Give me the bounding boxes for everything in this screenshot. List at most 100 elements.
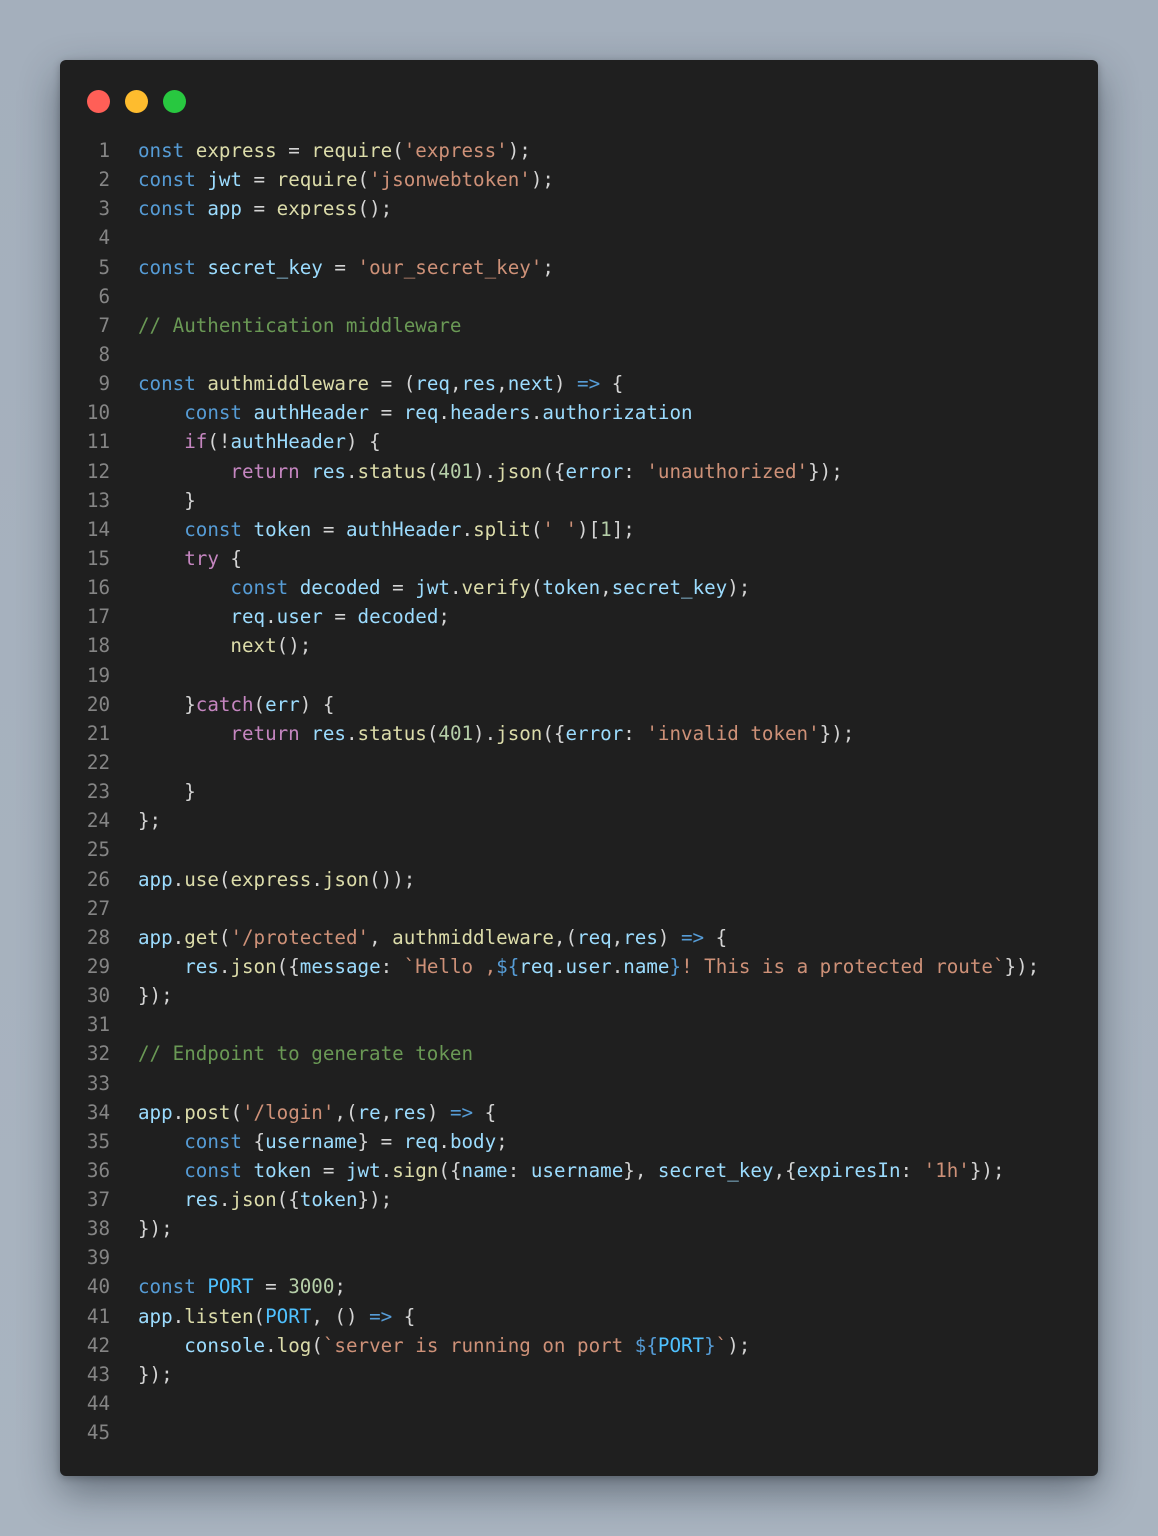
- minimize-dot-icon[interactable]: [125, 90, 148, 113]
- code-token: require: [276, 168, 358, 192]
- code-token: 1: [600, 517, 612, 541]
- code-text: // Authentication middleware: [110, 311, 461, 340]
- code-token: .: [172, 1304, 185, 1328]
- code-token: token: [542, 576, 601, 600]
- code-token: headers: [449, 401, 531, 425]
- close-dot-icon[interactable]: [87, 90, 110, 113]
- code-token: return: [230, 459, 300, 483]
- code-token: )[: [577, 517, 601, 541]
- code-line: 16 const decoded = jwt.verify(token,secr…: [60, 573, 1098, 602]
- code-line: 32 // Endpoint to generate token: [60, 1039, 1098, 1068]
- code-line: 12 return res.status(401).json({error: '…: [60, 457, 1098, 486]
- code-token: const: [184, 1158, 242, 1182]
- line-number: 5: [98, 255, 110, 279]
- code-token: =: [311, 517, 346, 541]
- code-token: token: [299, 1188, 358, 1212]
- code-token: {: [473, 1100, 497, 1124]
- code-token: ,: [496, 372, 508, 396]
- code-token: .: [311, 867, 323, 891]
- code-token: log: [276, 1333, 312, 1357]
- code-token: :: [900, 1158, 924, 1182]
- line-number: 37: [86, 1188, 110, 1212]
- code-text: if(!authHeader) {: [110, 427, 380, 456]
- code-token: }: [138, 488, 196, 512]
- line-number: 21: [86, 721, 110, 745]
- code-text: console.log(`server is running on port $…: [110, 1331, 750, 1360]
- code-line: 5 const secret_key = 'our_secret_key';: [60, 253, 1098, 282]
- code-text: }catch(err) {: [110, 690, 334, 719]
- code-token: {: [392, 1304, 416, 1328]
- code-text: });: [110, 1360, 173, 1389]
- code-token: .: [345, 721, 358, 745]
- code-token: req: [403, 401, 439, 425]
- line-number: 4: [98, 226, 110, 250]
- code-token: }: [704, 1333, 716, 1357]
- line-number: 19: [86, 663, 110, 687]
- code-token: ! This is a protected route`: [681, 954, 1005, 978]
- code-line: 28 app.get('/protected', authmiddleware,(…: [60, 923, 1098, 952]
- code-line: 25: [60, 835, 1098, 864]
- code-token: authorization: [542, 401, 693, 425]
- code-token: );: [507, 139, 531, 162]
- code-token: 'unauthorized': [646, 459, 809, 483]
- code-token: `server is running on port: [322, 1333, 635, 1357]
- code-token: (: [253, 1304, 266, 1328]
- code-token: res: [461, 372, 497, 396]
- code-text: return res.status(401).json({error: 'inv…: [110, 719, 854, 748]
- line-number: 33: [86, 1071, 110, 1095]
- code-token: ,{: [773, 1158, 797, 1182]
- maximize-dot-icon[interactable]: [163, 90, 186, 113]
- line-number: 40: [86, 1275, 110, 1299]
- code-line: 14 const token = authHeader.split(' ')[1…: [60, 515, 1098, 544]
- code-token: .: [265, 1333, 277, 1357]
- code-text: next();: [110, 631, 311, 660]
- code-token: (!: [207, 430, 231, 454]
- code-token: ];: [611, 517, 635, 541]
- code-text: app.use(express.json());: [110, 865, 415, 894]
- code-token: jwt: [415, 576, 450, 600]
- code-token: post: [184, 1100, 231, 1124]
- code-line: 39: [60, 1243, 1098, 1272]
- code-token: ): [426, 1100, 450, 1124]
- code-line: 44: [60, 1389, 1098, 1418]
- code-token: ());: [369, 867, 416, 891]
- code-token: (: [218, 867, 231, 891]
- code-token: .: [380, 1158, 393, 1182]
- code-editor[interactable]: 1 onst express = require('express'); 2 cons…: [60, 136, 1098, 1447]
- code-token: (: [253, 692, 266, 716]
- code-token: error: [565, 721, 624, 745]
- code-line: 15 try {: [60, 544, 1098, 573]
- code-token: `: [715, 1333, 728, 1357]
- code-token: (: [230, 1100, 242, 1124]
- code-token: require: [311, 139, 393, 162]
- code-token: sign: [392, 1158, 439, 1182]
- code-text: const {username} = req.body;: [110, 1127, 508, 1156]
- code-token: req: [577, 925, 612, 949]
- code-token: });: [819, 721, 855, 745]
- code-token: app: [138, 1100, 173, 1124]
- code-token: ;: [496, 1129, 508, 1153]
- code-token: use: [184, 867, 219, 891]
- code-token: });: [138, 1362, 173, 1386]
- code-line: 6: [60, 282, 1098, 311]
- code-text: // Endpoint to generate token: [110, 1039, 473, 1068]
- line-number: 16: [86, 576, 110, 600]
- line-number: 28: [86, 925, 110, 949]
- code-text: app.get('/protected', authmiddleware,(re…: [110, 923, 727, 952]
- code-token: const: [138, 1275, 196, 1299]
- code-token: (: [357, 168, 370, 192]
- line-number: 27: [86, 896, 110, 920]
